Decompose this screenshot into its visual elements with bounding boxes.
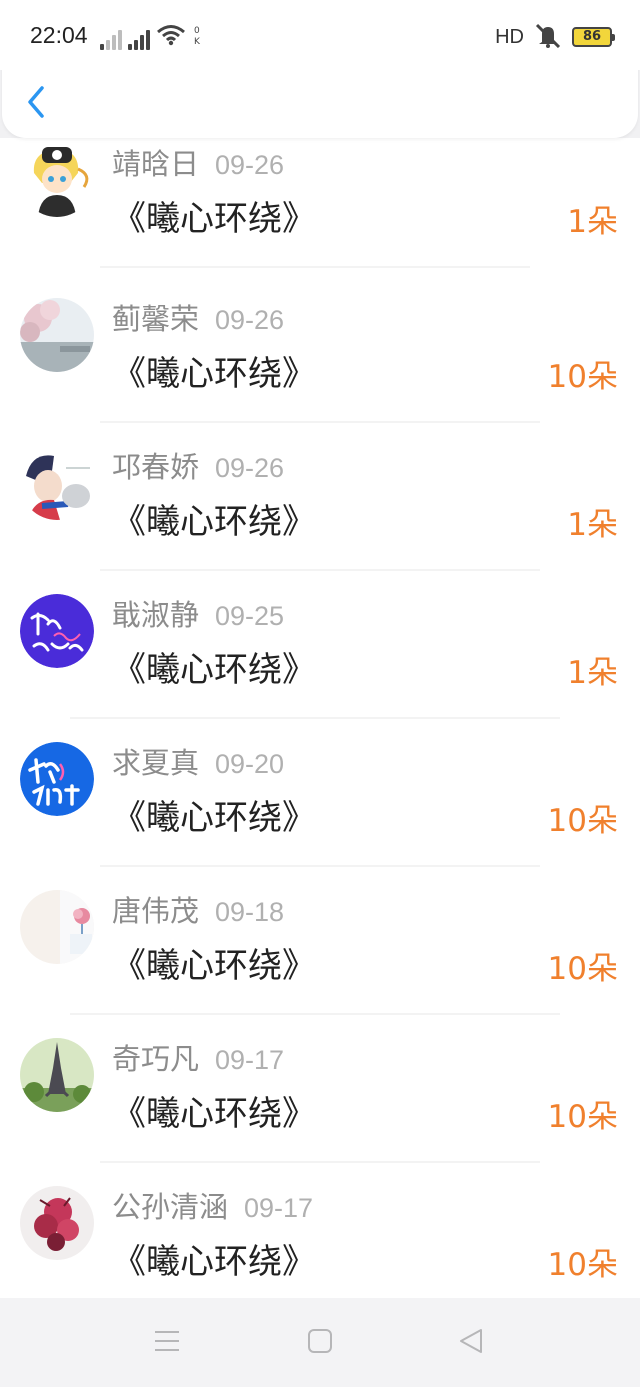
- work-title[interactable]: 《曦心环绕》: [112, 1234, 316, 1283]
- flower-count: 1朵: [567, 655, 618, 691]
- gift-sender: 奇巧凡 09-17: [112, 1036, 284, 1078]
- gift-date: 09-26: [215, 150, 285, 180]
- battery-icon: 86: [572, 27, 615, 47]
- flower-count: 10朵: [547, 803, 618, 839]
- divider: [70, 717, 560, 719]
- gift-sender: 求夏真 09-20: [112, 740, 284, 782]
- list-item[interactable]: 蓟馨荣 09-26 《曦心环绕》 10朵: [0, 298, 640, 446]
- divider: [100, 1161, 540, 1163]
- sender-name: 戢淑静: [112, 598, 200, 632]
- list-item[interactable]: 奇巧凡 09-17 《曦心环绕》 10朵: [0, 1038, 640, 1186]
- avatar[interactable]: [20, 298, 94, 372]
- status-right-icons: HD 86: [495, 22, 615, 52]
- mute-icon: [534, 22, 562, 52]
- avatar[interactable]: [20, 890, 94, 964]
- divider: [70, 1013, 560, 1015]
- work-title[interactable]: 《曦心环绕》: [112, 346, 316, 395]
- svg-text:K: K: [194, 37, 201, 46]
- sender-name: 求夏真: [112, 746, 200, 780]
- work-title[interactable]: 《曦心环绕》: [112, 642, 316, 691]
- sender-name: 邛春娇: [112, 450, 200, 484]
- avatar[interactable]: [20, 143, 94, 217]
- list-item[interactable]: 公孙清涵 09-17 《曦心环绕》 10朵: [0, 1186, 640, 1298]
- divider: [100, 865, 540, 867]
- work-title[interactable]: 《曦心环绕》: [112, 1086, 316, 1135]
- status-left-icons: 0 K: [100, 24, 204, 50]
- work-title[interactable]: 《曦心环绕》: [112, 790, 316, 839]
- gift-sender: 靖晗日 09-26: [112, 141, 284, 183]
- gift-sender: 蓟馨荣 09-26: [112, 296, 284, 338]
- flower-count: 1朵: [567, 507, 618, 543]
- divider: [100, 569, 540, 571]
- sender-name: 奇巧凡: [112, 1042, 200, 1076]
- list-item[interactable]: 戢淑静 09-25 《曦心环绕》 1朵: [0, 594, 640, 742]
- sender-name: 靖晗日: [112, 147, 200, 181]
- system-nav-bar: [0, 1298, 640, 1387]
- list-item[interactable]: 求夏真 09-20 《曦心环绕》 10朵: [0, 742, 640, 890]
- gift-date: 09-26: [215, 305, 285, 335]
- back-triangle-icon[interactable]: [458, 1328, 484, 1358]
- avatar[interactable]: [20, 446, 94, 520]
- chevron-left-icon[interactable]: [20, 82, 56, 122]
- gift-date: 09-26: [215, 453, 285, 483]
- gift-sender: 公孙清涵 09-17: [112, 1184, 313, 1226]
- avatar[interactable]: [20, 742, 94, 816]
- gift-sender: 邛春娇 09-26: [112, 444, 284, 486]
- wifi-icon: [156, 24, 186, 50]
- signal-4g-icon: [128, 30, 150, 50]
- avatar[interactable]: [20, 594, 94, 668]
- sender-name: 唐伟茂: [112, 894, 200, 928]
- status-time: 22:04: [30, 22, 88, 48]
- svg-text:0: 0: [194, 26, 200, 36]
- gift-sender: 唐伟茂 09-18: [112, 888, 284, 930]
- work-title[interactable]: 《曦心环绕》: [112, 494, 316, 543]
- gift-date: 09-20: [215, 749, 285, 779]
- flower-count: 1朵: [567, 204, 618, 240]
- work-title[interactable]: 《曦心环绕》: [112, 938, 316, 987]
- list-item[interactable]: 靖晗日 09-26 《曦心环绕》 1朵: [0, 143, 640, 291]
- divider: [100, 266, 530, 268]
- list-item[interactable]: 邛春娇 09-26 《曦心环绕》 1朵: [0, 446, 640, 594]
- flower-count: 10朵: [547, 1247, 618, 1283]
- flower-count: 10朵: [547, 359, 618, 395]
- gift-date: 09-25: [215, 601, 285, 631]
- gift-date: 09-18: [215, 897, 285, 927]
- divider: [100, 421, 540, 423]
- sender-name: 公孙清涵: [112, 1190, 229, 1224]
- hd-indicator: HD: [495, 25, 524, 48]
- list-item[interactable]: 唐伟茂 09-18 《曦心环绕》 10朵: [0, 890, 640, 1038]
- sender-name: 蓟馨荣: [112, 302, 200, 336]
- avatar[interactable]: [20, 1186, 94, 1260]
- signal-no-sim-icon: [100, 30, 122, 50]
- top-nav-bar: [2, 60, 638, 138]
- avatar[interactable]: [20, 1038, 94, 1112]
- flower-count: 10朵: [547, 1099, 618, 1135]
- work-title[interactable]: 《曦心环绕》: [112, 191, 316, 240]
- gift-date: 09-17: [244, 1193, 314, 1223]
- gift-date: 09-17: [215, 1045, 285, 1075]
- gift-sender: 戢淑静 09-25: [112, 592, 284, 634]
- menu-icon[interactable]: [153, 1328, 181, 1358]
- flower-count: 10朵: [547, 951, 618, 987]
- gift-record-list: 靖晗日 09-26 《曦心环绕》 1朵 蓟馨荣 09-26 《曦心环绕》 10朵: [0, 138, 640, 1298]
- status-bar: 22:04 0 K HD 86: [0, 0, 640, 70]
- data-speed-icon: 0 K: [192, 24, 204, 50]
- home-square-icon[interactable]: [307, 1328, 333, 1358]
